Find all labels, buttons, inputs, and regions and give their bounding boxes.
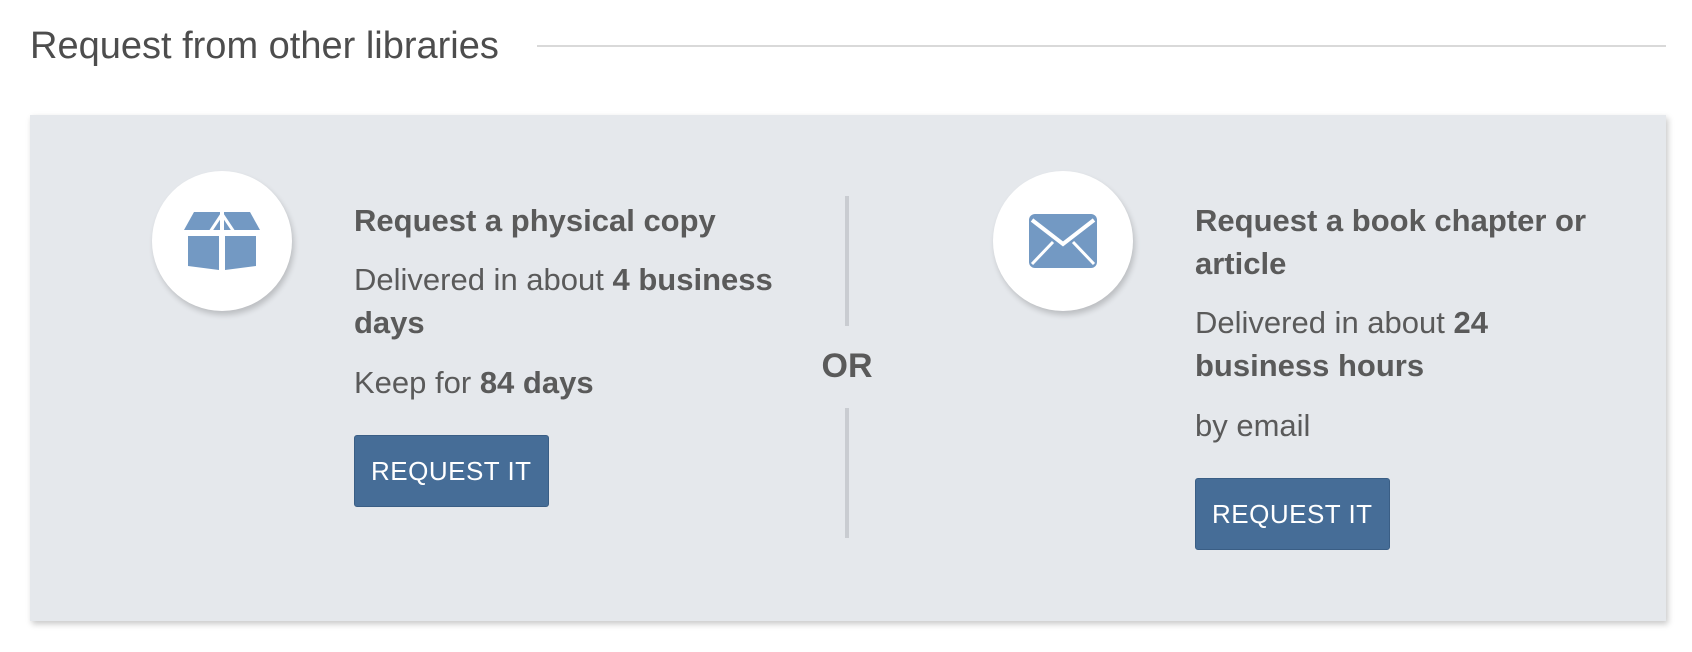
physical-keep-label: Keep for [354, 365, 480, 400]
chapter-title: Request a book chapter or article [1195, 203, 1587, 281]
physical-copy-option: Request a physical copy Delivered in abo… [354, 199, 784, 507]
chapter-icon-badge [993, 171, 1133, 311]
chapter-delivery-time: Delivered in about 24 business hours [1195, 301, 1615, 387]
request-physical-copy-button[interactable]: REQUEST IT [354, 435, 549, 507]
physical-copy-icon-badge [152, 171, 292, 311]
section-header: Request from other libraries [30, 18, 1666, 74]
open-box-icon [180, 211, 264, 272]
envelope-icon [1029, 214, 1097, 268]
physical-delivery-label: Delivered in about [354, 262, 613, 297]
chapter-delivery-method: by email [1195, 408, 1311, 443]
physical-copy-title: Request a physical copy [354, 203, 716, 238]
physical-loan-period: Keep for 84 days [354, 361, 784, 404]
or-label: OR [821, 347, 873, 385]
or-divider-top [845, 196, 849, 326]
chapter-delivery-label: Delivered in about [1195, 305, 1454, 340]
request-chapter-button[interactable]: REQUEST IT [1195, 478, 1390, 550]
chapter-option: Request a book chapter or article Delive… [1195, 199, 1615, 550]
header-divider [536, 45, 1666, 47]
request-options-panel: Request a physical copy Delivered in abo… [30, 115, 1666, 621]
section-title: Request from other libraries [30, 24, 499, 67]
physical-delivery-time: Delivered in about 4 business days [354, 258, 784, 344]
or-divider-bottom [845, 408, 849, 538]
physical-keep-value: 84 days [479, 365, 594, 400]
